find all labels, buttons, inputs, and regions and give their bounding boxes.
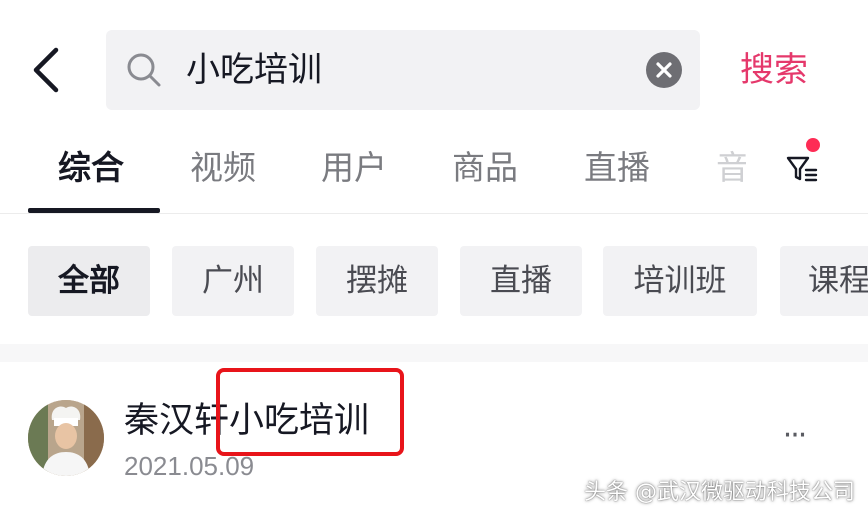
search-input[interactable]: 小吃培训 <box>186 44 322 96</box>
search-button[interactable]: 搜索 <box>740 44 808 96</box>
filter-button[interactable] <box>784 150 820 186</box>
result-tabs: 综合 视频 用户 商品 直播 音 <box>0 138 868 214</box>
tab-comprehensive[interactable]: 综合 <box>58 142 124 194</box>
tab-products[interactable]: 商品 <box>452 142 518 194</box>
avatar[interactable] <box>28 400 104 476</box>
notification-dot <box>806 138 820 152</box>
chef-avatar <box>28 400 104 476</box>
chip-all[interactable]: 全部 <box>28 246 150 316</box>
filter-chips: 全部 广州 摆摊 直播 培训班 课程 <box>0 246 868 318</box>
annotation-box <box>216 368 404 456</box>
back-button[interactable] <box>26 44 66 96</box>
section-divider <box>0 344 868 362</box>
chevron-left-icon <box>33 47 59 93</box>
chip-training-class[interactable]: 培训班 <box>603 246 757 316</box>
filter-icon <box>786 156 818 182</box>
watermark: 头条 @武汉微驱动科技公司 <box>584 480 855 505</box>
result-date: 2021.05.09 <box>124 451 255 481</box>
search-icon <box>124 50 164 90</box>
tab-video[interactable]: 视频 <box>190 142 256 194</box>
active-tab-indicator <box>28 208 160 213</box>
chip-course[interactable]: 课程 <box>780 246 868 316</box>
clear-search-button[interactable] <box>646 52 682 88</box>
tab-music[interactable]: 音 <box>716 142 746 194</box>
chip-stall[interactable]: 摆摊 <box>316 246 438 316</box>
chip-live[interactable]: 直播 <box>460 246 582 316</box>
search-bar[interactable]: 小吃培训 <box>106 30 700 110</box>
close-icon <box>656 62 672 78</box>
tab-live[interactable]: 直播 <box>584 142 650 194</box>
result-author: 秦汉轩 <box>124 401 230 441</box>
more-dots-icon[interactable]: ··· <box>772 418 816 454</box>
tab-users[interactable]: 用户 <box>321 142 387 194</box>
chip-guangzhou[interactable]: 广州 <box>172 246 294 316</box>
